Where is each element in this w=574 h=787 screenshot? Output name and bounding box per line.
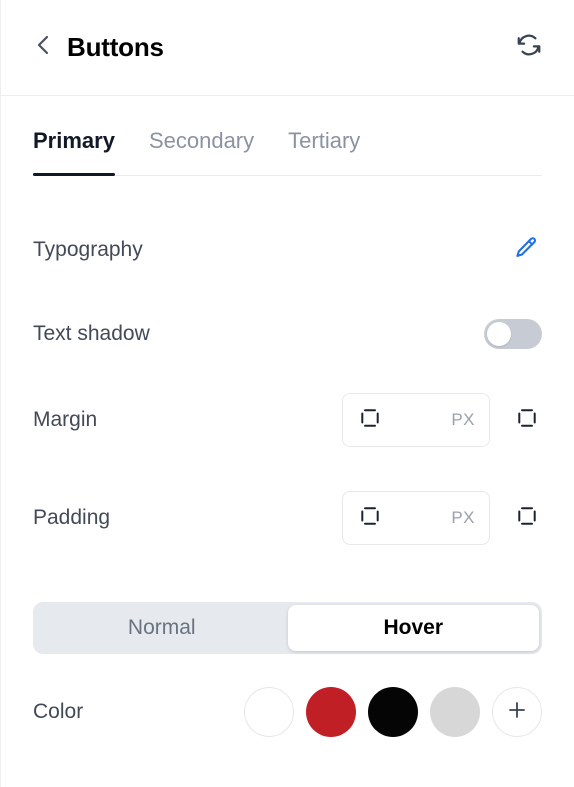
segment-hover-label: Hover	[383, 616, 444, 639]
segment-normal[interactable]: Normal	[36, 605, 288, 651]
typography-label: Typography	[33, 238, 143, 261]
color-section: Color	[1, 684, 574, 740]
row-margin: Margin PX	[33, 392, 542, 448]
row-padding: Padding PX	[33, 490, 542, 546]
add-color-button[interactable]	[492, 687, 542, 737]
link-sides-icon	[516, 407, 538, 434]
margin-link-sides-button[interactable]	[512, 405, 542, 435]
tab-secondary[interactable]: Secondary	[149, 128, 254, 176]
page-title: Buttons	[67, 32, 164, 62]
padding-label: Padding	[33, 506, 111, 529]
color-swatch-black[interactable]	[368, 687, 418, 737]
typography-edit-button[interactable]	[508, 233, 542, 267]
row-color: Color	[33, 684, 542, 740]
spacing-box-icon	[359, 505, 381, 532]
state-switcher: Normal Hover	[33, 602, 542, 654]
tab-secondary-label: Secondary	[148, 128, 255, 153]
tab-tertiary[interactable]: Tertiary	[288, 128, 360, 176]
color-swatch-light-gray[interactable]	[430, 687, 480, 737]
text-shadow-label: Text shadow	[33, 322, 150, 345]
chevron-left-icon	[33, 33, 53, 62]
margin-label: Margin	[33, 408, 98, 431]
padding-link-sides-button[interactable]	[512, 503, 542, 533]
padding-unit-label: PX	[451, 508, 475, 527]
tab-primary-label: Primary	[33, 128, 115, 153]
buttons-settings-panel: Buttons Primary Secondary Tertiary Typog…	[0, 0, 574, 787]
segment-normal-label: Normal	[127, 616, 196, 639]
color-label: Color	[33, 700, 84, 723]
tabs-container: Primary Secondary Tertiary	[1, 128, 574, 176]
margin-unit-label: PX	[451, 410, 475, 429]
row-typography: Typography	[33, 222, 542, 278]
settings-rows: Typography Text shadow Margin PX Padding…	[1, 222, 574, 546]
reset-button[interactable]	[512, 31, 546, 65]
refresh-icon	[515, 31, 543, 64]
tab-primary[interactable]: Primary	[33, 128, 115, 176]
pencil-icon	[512, 235, 538, 266]
margin-input[interactable]: PX	[342, 393, 490, 447]
back-button[interactable]	[33, 33, 59, 63]
padding-input[interactable]: PX	[342, 491, 490, 545]
row-text-shadow: Text shadow	[33, 306, 542, 362]
color-swatch-red[interactable]	[306, 687, 356, 737]
link-sides-icon	[516, 505, 538, 532]
segment-hover[interactable]: Hover	[287, 605, 539, 651]
tab-list: Primary Secondary Tertiary	[33, 128, 542, 176]
color-swatch-white[interactable]	[244, 687, 294, 737]
toggle-knob	[487, 322, 511, 346]
tab-tertiary-label: Tertiary	[288, 128, 361, 153]
color-swatch-list	[244, 687, 542, 737]
spacing-box-icon	[359, 407, 381, 434]
plus-icon	[506, 699, 528, 726]
text-shadow-toggle[interactable]	[484, 319, 542, 349]
panel-header: Buttons	[1, 0, 574, 96]
